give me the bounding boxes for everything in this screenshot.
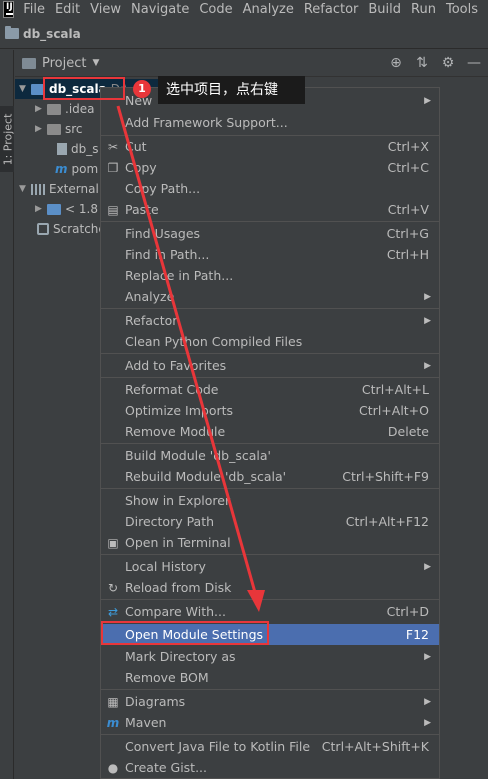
annotation-arrow: [116, 105, 265, 612]
